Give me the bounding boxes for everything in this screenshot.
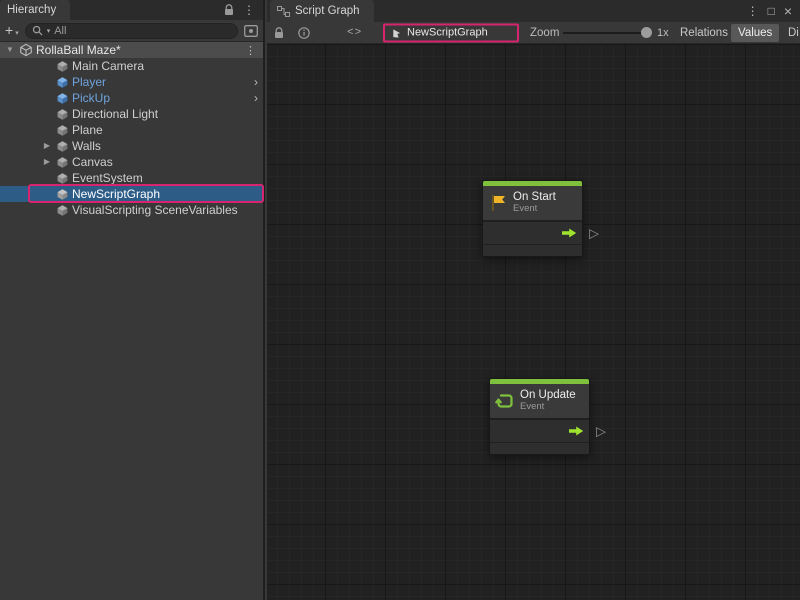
kebab-menu-icon[interactable]: ⋮	[243, 4, 255, 16]
script-graph-asset-icon	[391, 27, 402, 38]
item-label: Plane	[72, 123, 103, 137]
node-on-update[interactable]: On Update Event ▷	[489, 378, 590, 455]
node-on-start[interactable]: On Start Event ▷	[482, 180, 583, 257]
gameobject-icon	[56, 124, 69, 137]
hierarchy-item-pickup[interactable]: PickUp ›	[0, 90, 263, 106]
script-graph-tab-icon	[277, 6, 290, 17]
scene-row[interactable]: ▼ RollaBall Maze* ⋮	[0, 42, 263, 58]
caret-down-icon: ▾	[15, 29, 19, 37]
scene-icon	[19, 43, 33, 57]
flow-output-arrow-icon	[562, 228, 577, 239]
zoom-value: 1x	[657, 27, 669, 39]
item-label: EventSystem	[72, 171, 143, 185]
code-icon[interactable]: <>	[347, 27, 362, 39]
hierarchy-tabbar: Hierarchy ⋮	[0, 0, 263, 20]
scene-name: RollaBall Maze*	[36, 43, 121, 57]
values-toggle-button[interactable]: Values	[731, 24, 779, 42]
search-filter-caret-icon: ▾	[47, 27, 51, 35]
node-footer	[483, 244, 582, 256]
info-icon[interactable]	[298, 27, 310, 39]
flag-icon	[488, 193, 508, 213]
search-input[interactable]: ▾ All	[25, 23, 238, 39]
tab-hierarchy[interactable]: Hierarchy	[0, 0, 70, 20]
create-object-button[interactable]: + ▾	[5, 24, 19, 37]
expand-closed-icon[interactable]: ▶	[41, 138, 53, 154]
script-graph-panel: Script Graph ⋮ □ × <> NewScriptGraph Zoo…	[267, 0, 800, 600]
item-label: Canvas	[72, 155, 113, 169]
tab-script-graph-label: Script Graph	[295, 5, 360, 17]
tab-script-graph[interactable]: Script Graph	[270, 0, 374, 22]
hierarchy-item-walls[interactable]: ▶ Walls	[0, 138, 263, 154]
graph-name-breadcrumb[interactable]: NewScriptGraph	[383, 23, 519, 42]
close-icon[interactable]: ×	[784, 4, 792, 18]
loop-icon	[495, 391, 515, 411]
output-port-icon[interactable]: ▷	[589, 227, 599, 240]
dim-toggle-button[interactable]: Di	[781, 24, 800, 42]
hierarchy-item-scenevariables[interactable]: VisualScripting SceneVariables	[0, 202, 263, 218]
item-label: Walls	[72, 139, 101, 153]
item-label: PickUp	[72, 91, 110, 105]
search-icon	[32, 25, 43, 36]
hierarchy-toolbar: + ▾ ▾ All	[0, 20, 263, 42]
prefab-open-arrow-icon[interactable]: ›	[254, 76, 258, 88]
item-label: Main Camera	[72, 59, 144, 73]
expand-closed-icon[interactable]: ▶	[41, 154, 53, 170]
node-footer	[490, 442, 589, 454]
zoom-label: Zoom	[530, 27, 559, 39]
hierarchy-item-plane[interactable]: Plane	[0, 122, 263, 138]
gameobject-icon	[56, 140, 69, 153]
gameobject-icon	[56, 156, 69, 169]
picker-icon[interactable]	[244, 25, 258, 37]
hierarchy-item-directional-light[interactable]: Directional Light	[0, 106, 263, 122]
item-label: NewScriptGraph	[72, 187, 160, 201]
prefab-icon	[56, 76, 69, 89]
hierarchy-item-canvas[interactable]: ▶ Canvas	[0, 154, 263, 170]
graph-tabbar: Script Graph ⋮ □ ×	[267, 0, 800, 22]
gameobject-icon	[56, 172, 69, 185]
gameobject-icon	[56, 188, 69, 201]
scene-kebab-icon[interactable]: ⋮	[245, 44, 256, 57]
graph-lock-icon[interactable]	[274, 27, 284, 39]
hierarchy-item-eventsystem[interactable]: EventSystem	[0, 170, 263, 186]
tab-hierarchy-label: Hierarchy	[7, 4, 56, 16]
expand-open-icon[interactable]: ▼	[4, 42, 16, 58]
hierarchy-item-main-camera[interactable]: Main Camera	[0, 58, 263, 74]
hierarchy-tree: ▼ RollaBall Maze* ⋮ Main Camera Player ›	[0, 42, 263, 218]
graph-name-label: NewScriptGraph	[407, 27, 488, 39]
flow-output-arrow-icon	[569, 426, 584, 437]
hierarchy-panel: Hierarchy ⋮ + ▾ ▾ All ▼	[0, 0, 265, 600]
prefab-icon	[56, 92, 69, 105]
item-label: Directional Light	[72, 107, 158, 121]
maximize-icon[interactable]: □	[768, 5, 775, 17]
item-label: VisualScripting SceneVariables	[72, 203, 238, 217]
node-subtitle: Event	[520, 402, 576, 413]
gameobject-icon	[56, 204, 69, 217]
graph-toolbar: <> NewScriptGraph Zoom 1x Relations Valu…	[267, 22, 800, 44]
relations-toggle-button[interactable]: Relations	[673, 24, 735, 42]
hierarchy-item-player[interactable]: Player ›	[0, 74, 263, 90]
hierarchy-item-newscriptgraph[interactable]: NewScriptGraph	[0, 186, 263, 202]
prefab-open-arrow-icon[interactable]: ›	[254, 92, 258, 104]
item-label: Player	[72, 75, 106, 89]
output-port-icon[interactable]: ▷	[596, 425, 606, 438]
kebab-menu-icon[interactable]: ⋮	[747, 5, 759, 17]
lock-icon[interactable]	[224, 4, 234, 16]
zoom-slider-track[interactable]	[563, 32, 651, 34]
zoom-slider-knob[interactable]	[641, 27, 652, 38]
search-filter-label: All	[54, 25, 66, 37]
graph-canvas[interactable]: On Start Event ▷ On Update E	[267, 44, 800, 600]
gameobject-icon	[56, 108, 69, 121]
node-subtitle: Event	[513, 204, 556, 215]
gameobject-icon	[56, 60, 69, 73]
